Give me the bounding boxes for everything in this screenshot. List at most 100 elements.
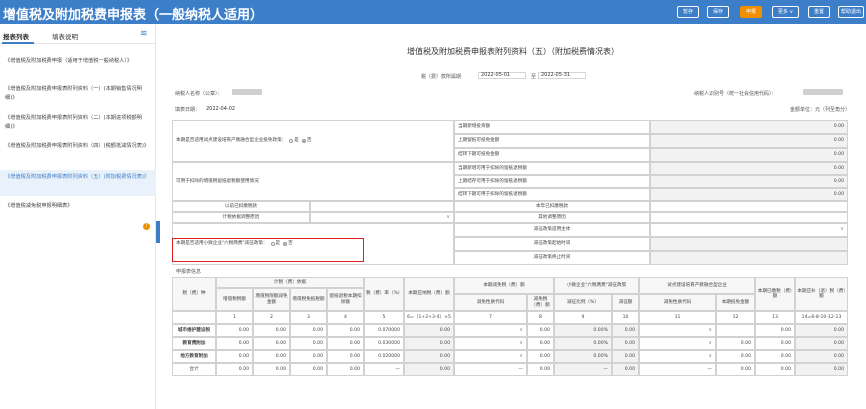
help-exit-button[interactable]: 帮助退出	[838, 6, 864, 18]
reduction-code-select[interactable]: ∨	[454, 324, 527, 337]
col-header: 本期抵免金额	[716, 294, 755, 311]
chevron-down-icon: ∨	[519, 352, 523, 359]
chevron-down-icon: ∨	[840, 226, 844, 233]
small-reduction-cell: 0.00	[612, 337, 639, 350]
vat-limit-reduction-cell: 0.00	[253, 363, 290, 376]
reset-button[interactable]: 重置	[808, 6, 830, 18]
taxpayer-name-label: 纳税人名称（公章）：	[175, 91, 223, 97]
pilot-yes-radio[interactable]	[289, 139, 294, 143]
pilot-code-select[interactable]: ∨	[639, 324, 716, 337]
vat-exempt-offset-cell: 0.00	[290, 363, 327, 376]
reduction-code-select[interactable]: ∨	[454, 350, 527, 363]
sidebar-item-attachment-5[interactable]: 《增值税及附加税费申报表附列资料（五）(附加税费情况表)》	[0, 170, 156, 196]
pilot-row-label: 上期留抵可抵免金额	[454, 134, 650, 148]
refund-deduction-cell[interactable]: 0.00	[327, 337, 364, 350]
current-amount-cell: 0.00	[404, 324, 454, 337]
sidebar-item-attachment-4[interactable]: 《增值税及附加税费申报表附列资料（四）(税额抵减情况表)》	[0, 142, 156, 164]
period-end-field[interactable]: 2022-05-31	[538, 72, 586, 79]
pilot-no-radio[interactable]	[301, 139, 306, 143]
submit-button[interactable]: 申报	[740, 6, 762, 18]
fill-date-label: 填表日期：	[175, 107, 201, 113]
col-header: 增值税免抵税额	[290, 288, 327, 311]
sidebar-item-main-report[interactable]: 《增值税及附加税费申报（适用于增值税一般纳税人）》	[0, 57, 156, 79]
layers-icon[interactable]: ≋	[140, 29, 148, 39]
refund-row-label: 结转下期可用于扣除的留抵退税额	[454, 188, 650, 201]
chevron-down-icon: ∨	[446, 213, 450, 220]
reduction-end-label: 减征政策终止时间	[454, 251, 650, 265]
vat-amount-cell[interactable]: 0.00	[216, 337, 253, 350]
col-number: 2	[253, 311, 290, 324]
reduction-code-select[interactable]: ∨	[454, 337, 527, 350]
col-number-blank	[172, 311, 216, 324]
pilot-no-label: 否	[306, 138, 312, 144]
fill-date-value: 2022-04-02	[206, 106, 236, 112]
pilot-question-text: 本期是否适用试点建设培育产教融合型企业抵免政策：	[176, 138, 287, 144]
pilot-credit-cell[interactable]: 0.00	[716, 350, 755, 363]
reduction-start-field	[650, 237, 848, 251]
period-start-field[interactable]: 2022-05-01	[478, 72, 526, 79]
reduction-amount-cell[interactable]: 0.00	[527, 337, 554, 350]
paid-cell[interactable]: 0.00	[755, 324, 795, 337]
rate-cell[interactable]: 0.020000	[364, 350, 404, 363]
pilot-credit-cell[interactable]: 0.00	[716, 337, 755, 350]
vat-limit-reduction-cell[interactable]: 0.00	[253, 324, 290, 337]
tax-item-name: 合计	[172, 363, 216, 376]
col-amount-header: 本期应纳税（费）额	[404, 277, 454, 311]
reduction-subject-select[interactable]: ∨	[650, 223, 848, 237]
refund-deduction-cell[interactable]: 0.00	[327, 324, 364, 337]
current-tax-input[interactable]	[650, 201, 848, 212]
pilot-code-select[interactable]: ∨	[639, 337, 716, 350]
rate-cell[interactable]: 0.070000	[364, 324, 404, 337]
sidebar-item-attachment-1[interactable]: 《增值税及附加税费申报表附列资料（一）(本期销售情况明细)》	[0, 85, 156, 107]
app-title: 增值税及附加税费申报表（一般纳税人适用）	[3, 8, 264, 23]
col-reduction-group-header: 本期减免税（费）额	[454, 277, 554, 294]
more-button[interactable]: 更多 ∨	[772, 6, 799, 18]
sidebar-item-attachment-2[interactable]: 《增值税及附加税费申报表附列资料（二）(本期进项税额明细)》	[0, 114, 156, 136]
refund-row-value: 0.00	[650, 175, 848, 188]
col-header: 增值税限额减免金额	[253, 288, 290, 311]
unit-label: 金额单位：元（列至角分）	[790, 107, 851, 113]
refund-row-label: 上期结存可用于扣除的留抵退税额	[454, 175, 650, 188]
current-amount-cell: 0.00	[404, 337, 454, 350]
small-ratio-cell: 0.00%	[554, 324, 612, 337]
more-label: 更多	[777, 9, 788, 15]
refund-deduction-cell[interactable]: 0.00	[327, 350, 364, 363]
form-title: 增值税及附加税费申报表附列资料（五）（附加税费情况表）	[407, 47, 619, 56]
refund-deduction-cell: 0.00	[327, 363, 364, 376]
vat-exempt-offset-cell[interactable]: 0.00	[290, 337, 327, 350]
active-tab-underline	[2, 42, 34, 44]
col-number: 8	[527, 311, 554, 324]
taxpayer-id-label: 纳税人识别号（统一社会信用代码）：	[694, 91, 777, 97]
col-number: 7	[454, 311, 527, 324]
tab-report-list[interactable]: 报表列表	[3, 31, 29, 41]
pilot-credit-cell[interactable]	[716, 324, 755, 337]
vat-amount-cell[interactable]: 0.00	[216, 324, 253, 337]
tab-fill-instructions[interactable]: 填表说明	[52, 31, 78, 41]
vat-limit-reduction-cell[interactable]: 0.00	[253, 350, 290, 363]
save-button[interactable]: 保存	[707, 6, 729, 18]
calc-change-select[interactable]: ∨	[310, 212, 454, 223]
pilot-code-select[interactable]: ∨	[639, 350, 716, 363]
vat-limit-reduction-cell[interactable]: 0.00	[253, 337, 290, 350]
paid-cell[interactable]: 0.00	[755, 337, 795, 350]
col-number: 3	[290, 311, 327, 324]
vat-amount-cell[interactable]: 0.00	[216, 350, 253, 363]
refund-row-label: 当期新增可用于扣除的留抵退税额	[454, 162, 650, 175]
prev-tax-input[interactable]	[310, 201, 454, 212]
sidebar-item-reduction-detail[interactable]: 《增值税减免税申报明细表》	[0, 202, 156, 212]
pilot-row-value: 0.00	[650, 148, 848, 162]
temp-save-button[interactable]: 暂存	[677, 6, 699, 18]
vat-exempt-offset-cell[interactable]: 0.00	[290, 350, 327, 363]
reduction-amount-cell[interactable]: 0.00	[527, 350, 554, 363]
rate-cell[interactable]: 0.030000	[364, 337, 404, 350]
other-change-input[interactable]	[650, 212, 848, 223]
small-reduction-cell: 0.00	[612, 363, 639, 376]
refund-usage-label: 可用于扣除的增值税留抵退税额使用情况	[172, 162, 454, 201]
vat-exempt-offset-cell[interactable]: 0.00	[290, 324, 327, 337]
chevron-down-icon: ∨	[708, 339, 712, 346]
tax-item-name: 地方教育附加	[172, 350, 216, 363]
reduction-amount-cell[interactable]: 0.00	[527, 324, 554, 337]
paid-cell[interactable]: 0.00	[755, 350, 795, 363]
current-tax-label: 本年已扣缴税款	[454, 201, 650, 212]
chevron-down-icon: ∨	[708, 326, 712, 333]
